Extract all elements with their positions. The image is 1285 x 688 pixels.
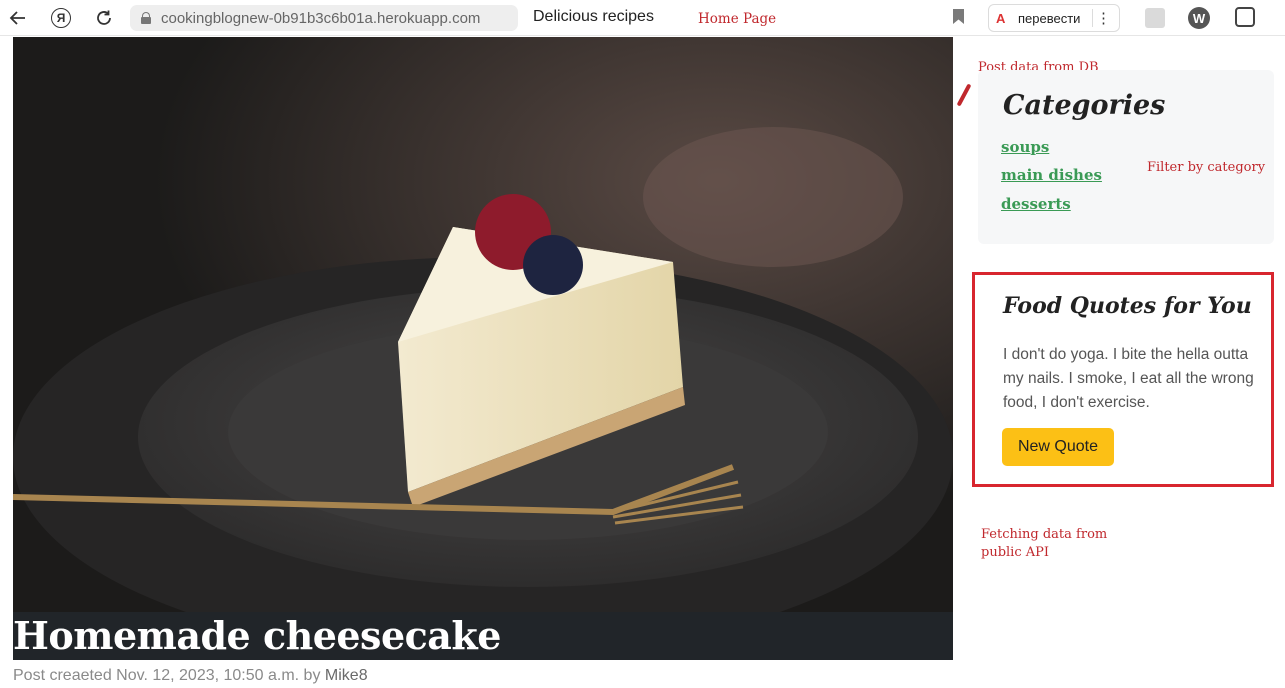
extension-w-icon[interactable]: W — [1188, 7, 1210, 29]
quote-text: I don't do yoga. I bite the hella outta … — [1003, 346, 1254, 411]
back-arrow-icon[interactable] — [6, 6, 30, 30]
translate-button[interactable]: A перевести ⋮ — [988, 4, 1120, 32]
hero-title-bar: Homemade cheesecake — [13, 612, 953, 660]
url-text: cookingblognew-0b91b3c6b01a.herokuapp.co… — [161, 9, 481, 27]
new-quote-button[interactable]: New Quote — [1002, 428, 1114, 466]
translate-icon: A — [996, 10, 1006, 26]
category-link-main-dishes[interactable]: main dishes — [1001, 166, 1102, 184]
yandex-logo-icon[interactable]: Я — [49, 6, 73, 30]
post-meta-date: Post creaeted Nov. 12, 2023, 10:50 a.m. … — [13, 667, 321, 684]
reload-icon[interactable] — [92, 6, 116, 30]
address-bar[interactable]: cookingblognew-0b91b3c6b01a.herokuapp.co… — [130, 5, 518, 31]
translate-label: перевести — [1018, 10, 1081, 26]
cheesecake-photo — [13, 37, 953, 612]
categories-heading: Categories — [1003, 90, 1166, 121]
collections-icon[interactable] — [1235, 7, 1255, 27]
bookmark-icon[interactable] — [953, 9, 964, 24]
annotation-home-page: Home Page — [698, 11, 777, 27]
annotation-fetching-line1: Fetching data from — [981, 527, 1108, 542]
category-link-soups[interactable]: soups — [1001, 138, 1049, 156]
categories-widget: Categories soups main dishes desserts — [978, 70, 1274, 244]
more-vertical-icon[interactable]: ⋮ — [1096, 9, 1111, 27]
quotes-heading: Food Quotes for You — [1003, 293, 1252, 319]
browser-toolbar: Я cookingblognew-0b91b3c6b01a.herokuapp.… — [0, 0, 1285, 36]
post-title[interactable]: Homemade cheesecake — [13, 612, 501, 660]
category-link-desserts[interactable]: desserts — [1001, 195, 1071, 213]
annotation-fetching-line2: public API — [981, 545, 1050, 560]
annotation-fetching: Fetching data from public API — [981, 526, 1107, 562]
tab-title: Delicious recipes — [533, 8, 654, 25]
post-meta: Post creaeted Nov. 12, 2023, 10:50 a.m. … — [13, 667, 368, 685]
food-quotes-widget: Food Quotes for You I don't do yoga. I b… — [972, 272, 1274, 487]
annotation-filter: Filter by category — [1147, 160, 1266, 175]
post-author[interactable]: Mike8 — [325, 667, 368, 684]
hero-post[interactable]: Homemade cheesecake — [13, 37, 953, 660]
annotation-arrow-icon — [956, 83, 972, 107]
extension-icon[interactable] — [1145, 8, 1165, 28]
lock-icon — [141, 12, 151, 24]
